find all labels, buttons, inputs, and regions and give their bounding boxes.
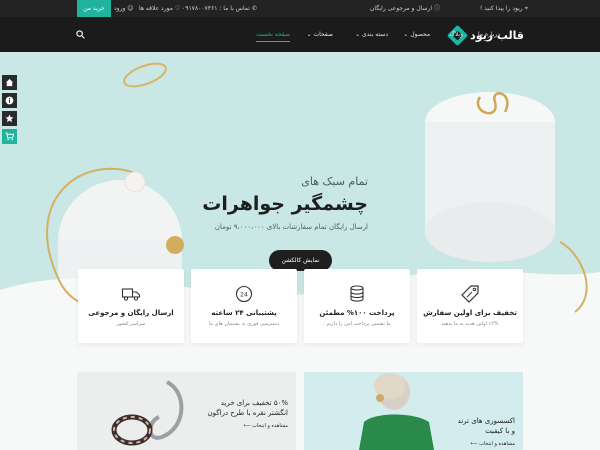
star-icon[interactable] — [2, 111, 17, 126]
phone-icon: ✆ — [251, 5, 257, 12]
arrow-left-icon: ⟵ — [470, 441, 478, 447]
nav-about[interactable]: درباره ما — [478, 17, 500, 52]
chevron-down-icon: ⌄ — [403, 31, 409, 38]
support-24-icon: 24 — [235, 285, 253, 303]
chevron-down-icon: ⌄ — [355, 31, 361, 38]
hero-description: ارسال رایگان تمام سفارشات بالای ۹،۰۰۰،۰۰… — [214, 223, 368, 231]
nav-pages[interactable]: صفحات ⌄ — [307, 17, 333, 52]
discount-tag-icon — [461, 285, 479, 303]
model-photo — [359, 373, 434, 450]
hero-title: چشمگیر جواهرات — [202, 193, 368, 215]
cart-icon[interactable] — [2, 129, 17, 144]
feature-card-payment: پرداخت ۱۰۰% مطمئن ما تضمین پرداخت امن را… — [304, 269, 410, 343]
info-icon[interactable] — [2, 93, 17, 108]
show-collection-button[interactable]: نمایش کالکشن — [269, 250, 332, 271]
heart-icon: ♡ — [174, 5, 181, 12]
top-bar: ⌖ ریود را پیدا کنید ! ⓘ ارسال و مرجوعی ر… — [0, 0, 600, 17]
promo-accessories-link[interactable]: مشاهده و انتخاب ⟵ — [470, 441, 515, 447]
promo-rings-link[interactable]: مشاهده و انتخاب ⟵ — [243, 423, 288, 429]
nav-blog[interactable]: وبلاگ — [449, 17, 463, 52]
nav-categories[interactable]: دسته بندی ⌄ — [355, 17, 388, 52]
feature-card-shipping: ارسال رایگان و مرجوعی سراسر کشور — [78, 269, 184, 343]
feature-card-discount: تخفیف برای اولین سفارش ۱۲% اولین هدیه به… — [417, 269, 523, 343]
home-icon[interactable] — [2, 75, 17, 90]
nav-products[interactable]: محصول ⌄ — [403, 17, 430, 52]
nav-home[interactable]: صفحه نخست — [256, 17, 290, 52]
info-circle-icon: ⓘ — [433, 5, 440, 12]
coins-icon — [350, 285, 364, 302]
promo-accessories-title: اکسسوری های ترند و با کیفیت — [457, 417, 515, 435]
svg-text:24: 24 — [240, 291, 248, 298]
my-cart-button[interactable]: خرید من — [77, 0, 111, 17]
shipping-text: ⓘ ارسال و مرجوعی رایگان — [369, 5, 440, 12]
hero-subtitle: تمام سبک های — [301, 175, 368, 188]
search-icon[interactable] — [76, 30, 85, 39]
arrow-left-icon: ⟵ — [243, 423, 251, 429]
wishlist-link[interactable]: ♡ مورد علاقه ها — [139, 0, 180, 17]
welcome-text: ⌖ ریود را پیدا کنید ! — [479, 5, 528, 12]
promo-banner-rings[interactable]: ۵۰% تخفیف برای خرید انگشتر نقره با طرح د… — [77, 372, 296, 450]
location-icon: ⌖ — [524, 5, 528, 12]
silver-ring-photo — [111, 380, 184, 446]
truck-icon — [121, 288, 141, 301]
promo-banner-accessories[interactable]: اکسسوری های ترند و با کیفیت مشاهده و انت… — [304, 372, 523, 450]
contact-link[interactable]: ✆ تماس با ما : ۰۹۱۷۸۰۰۷۳۶۱ — [182, 0, 257, 17]
main-navigation: قالب ریود صفحه نخست صفحات ⌄ دسته بندی ⌄ … — [0, 17, 600, 52]
side-quick-buttons — [2, 75, 17, 147]
promo-rings-title: ۵۰% تخفیف برای خرید انگشتر نقره با طرح د… — [207, 399, 288, 417]
chevron-down-icon: ⌄ — [306, 31, 312, 38]
login-link[interactable]: ☺ ورود — [114, 0, 134, 17]
feature-card-support: 24 پشتیبانی ۲۴ ساعته دسترسی فوری به پشتی… — [191, 269, 297, 343]
user-icon: ☺ — [127, 5, 134, 12]
